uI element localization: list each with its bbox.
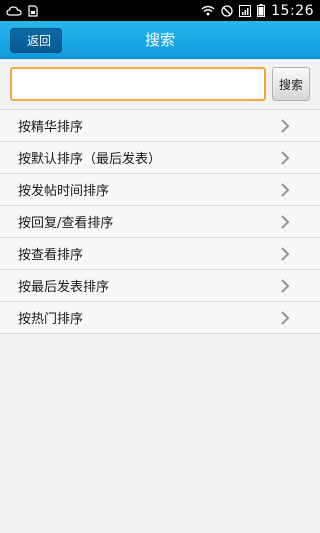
search-input[interactable] — [10, 67, 266, 101]
sort-options-list: 按精华排序 按默认排序（最后发表） 按发帖时间排序 按回复/查看排序 按查看排序… — [0, 109, 320, 334]
search-row: 搜索 — [0, 59, 320, 107]
status-time: 15:26 — [271, 2, 314, 19]
chevron-right-icon — [281, 310, 290, 325]
search-button[interactable]: 搜索 — [272, 67, 310, 101]
chevron-right-icon — [281, 118, 290, 133]
list-item-label: 按回复/查看排序 — [18, 216, 114, 231]
battery-icon — [257, 4, 266, 17]
list-item-label: 按默认排序（最后发表） — [18, 152, 162, 167]
list-item-label: 按热门排序 — [18, 312, 84, 327]
sort-option-hot[interactable]: 按热门排序 — [0, 302, 320, 334]
chevron-right-icon — [281, 214, 290, 229]
page-title: 搜索 — [144, 31, 175, 49]
nav-bar: 返回 搜索 — [0, 21, 320, 59]
signal-icon — [239, 4, 252, 17]
do-not-disturb-icon — [221, 4, 233, 17]
sort-option-post-time[interactable]: 按发帖时间排序 — [0, 174, 320, 206]
status-bar: 15:26 — [0, 0, 320, 21]
wifi-icon — [201, 5, 215, 16]
chevron-right-icon — [281, 246, 290, 261]
list-item-label: 按最后发表排序 — [18, 280, 110, 295]
sort-option-default[interactable]: 按默认排序（最后发表） — [0, 142, 320, 174]
chevron-right-icon — [281, 150, 290, 165]
list-item-label: 按发帖时间排序 — [18, 184, 110, 199]
chevron-right-icon — [281, 278, 290, 293]
sort-option-last-post[interactable]: 按最后发表排序 — [0, 270, 320, 302]
cloud-icon — [6, 5, 22, 16]
sort-option-replies-views[interactable]: 按回复/查看排序 — [0, 206, 320, 238]
list-item-label: 按查看排序 — [18, 248, 84, 263]
list-item-label: 按精华排序 — [18, 120, 84, 135]
sort-option-essence[interactable]: 按精华排序 — [0, 110, 320, 142]
chevron-right-icon — [281, 182, 290, 197]
back-button[interactable]: 返回 — [10, 28, 62, 53]
sim-icon — [28, 4, 38, 17]
sort-option-views[interactable]: 按查看排序 — [0, 238, 320, 270]
